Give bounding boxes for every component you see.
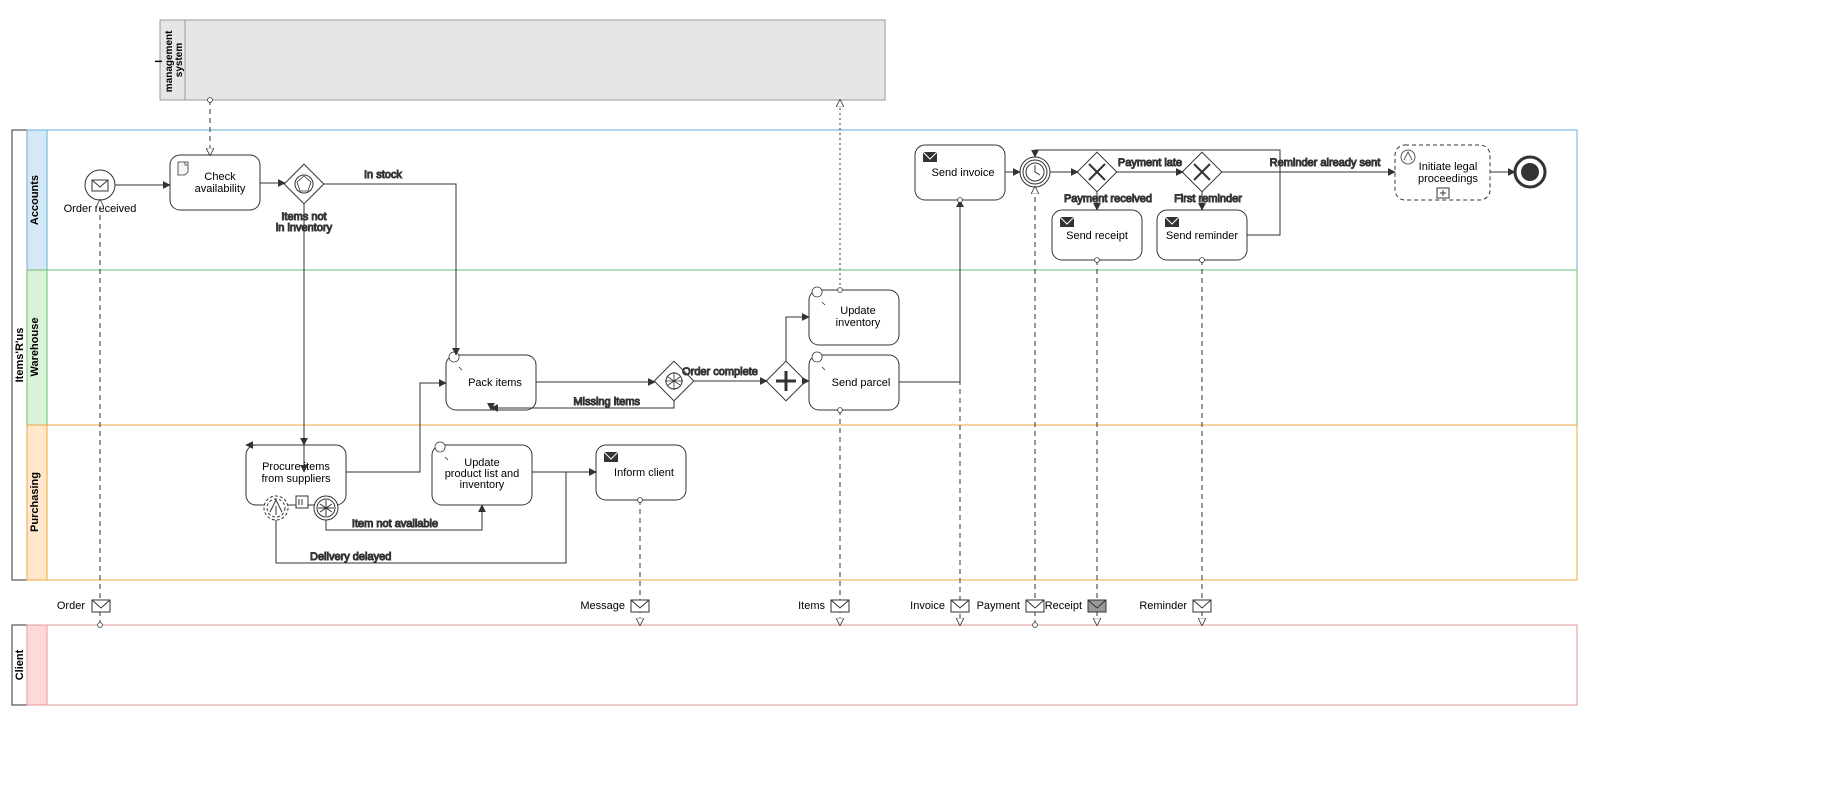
task-send-reminder: Send reminder	[1157, 210, 1247, 260]
message-icons: Order Message Items Invoice Payment Rece…	[57, 600, 1211, 612]
svg-text:Item not available: Item not available	[352, 518, 438, 530]
lane-purchasing-label: Purchasing	[29, 472, 41, 532]
svg-text:Items notin inventory: Items notin inventory	[276, 211, 333, 234]
gateway-payment	[1077, 152, 1117, 192]
bpmn-diagram: I management system Items'R'us Accounts …	[0, 0, 1831, 811]
svg-text:Payment: Payment	[977, 600, 1020, 612]
svg-text:Procure itemsfrom suppliers: Procure itemsfrom suppliers	[261, 461, 331, 485]
svg-text:Payment late: Payment late	[1118, 157, 1182, 169]
edge-label: In stock	[364, 169, 402, 181]
svg-text:Items: Items	[798, 600, 825, 612]
task-update-product-list: Updateproduct list andinventory	[432, 442, 532, 505]
svg-text:Delivery delayed: Delivery delayed	[310, 551, 391, 563]
pool-main-label: Items'R'us	[14, 328, 26, 383]
svg-text:Initiate legalproceedings: Initiate legalproceedings	[1418, 161, 1478, 185]
svg-text:First reminder: First reminder	[1174, 193, 1242, 205]
task-pack-items: Pack items	[446, 352, 536, 410]
task-initiate-legal: Initiate legalproceedings	[1395, 145, 1490, 200]
task-label: Check	[204, 171, 236, 183]
task-procure-items: Procure itemsfrom suppliers	[246, 445, 346, 520]
lane-accounts-label: Accounts	[29, 175, 41, 225]
gateway-reminder	[1182, 152, 1222, 192]
task-label: Send receipt	[1066, 230, 1128, 242]
pool-client: Client	[12, 625, 1577, 705]
svg-text:Reminder: Reminder	[1139, 600, 1187, 612]
svg-text:Payment received: Payment received	[1064, 193, 1152, 205]
lane-warehouse-label: Warehouse	[29, 318, 41, 377]
end-event	[1515, 157, 1545, 187]
task-inform-client: Inform client	[596, 445, 686, 500]
pool-inventory-system: I management system	[154, 20, 885, 100]
task-update-inventory: Updateinventory	[809, 287, 899, 345]
svg-text:Receipt: Receipt	[1045, 600, 1082, 612]
svg-text:Message: Message	[580, 600, 625, 612]
svg-text:Order complete: Order complete	[682, 366, 758, 378]
task-send-receipt: Send receipt	[1052, 210, 1142, 260]
gateway-parallel	[766, 361, 806, 401]
gateway-stock-check	[284, 164, 324, 204]
svg-text:Updateinventory: Updateinventory	[836, 305, 881, 329]
task-label: Send reminder	[1166, 230, 1238, 242]
task-label: Send parcel	[832, 377, 891, 389]
pool-client-label: Client	[14, 649, 26, 680]
svg-text:Reminder already sent: Reminder already sent	[1270, 157, 1381, 169]
task-label: Pack items	[468, 377, 522, 389]
task-send-parcel: Send parcel	[809, 352, 899, 410]
svg-text:Invoice: Invoice	[910, 600, 945, 612]
task-send-invoice: Send invoice	[915, 145, 1005, 200]
task-check-availability: Checkavailability	[170, 155, 260, 210]
task-label: Send invoice	[932, 167, 995, 179]
event-timer	[1020, 157, 1050, 187]
task-label: Inform client	[614, 467, 674, 479]
svg-text:Order: Order	[57, 600, 85, 612]
svg-text:Missing items: Missing items	[573, 396, 640, 408]
